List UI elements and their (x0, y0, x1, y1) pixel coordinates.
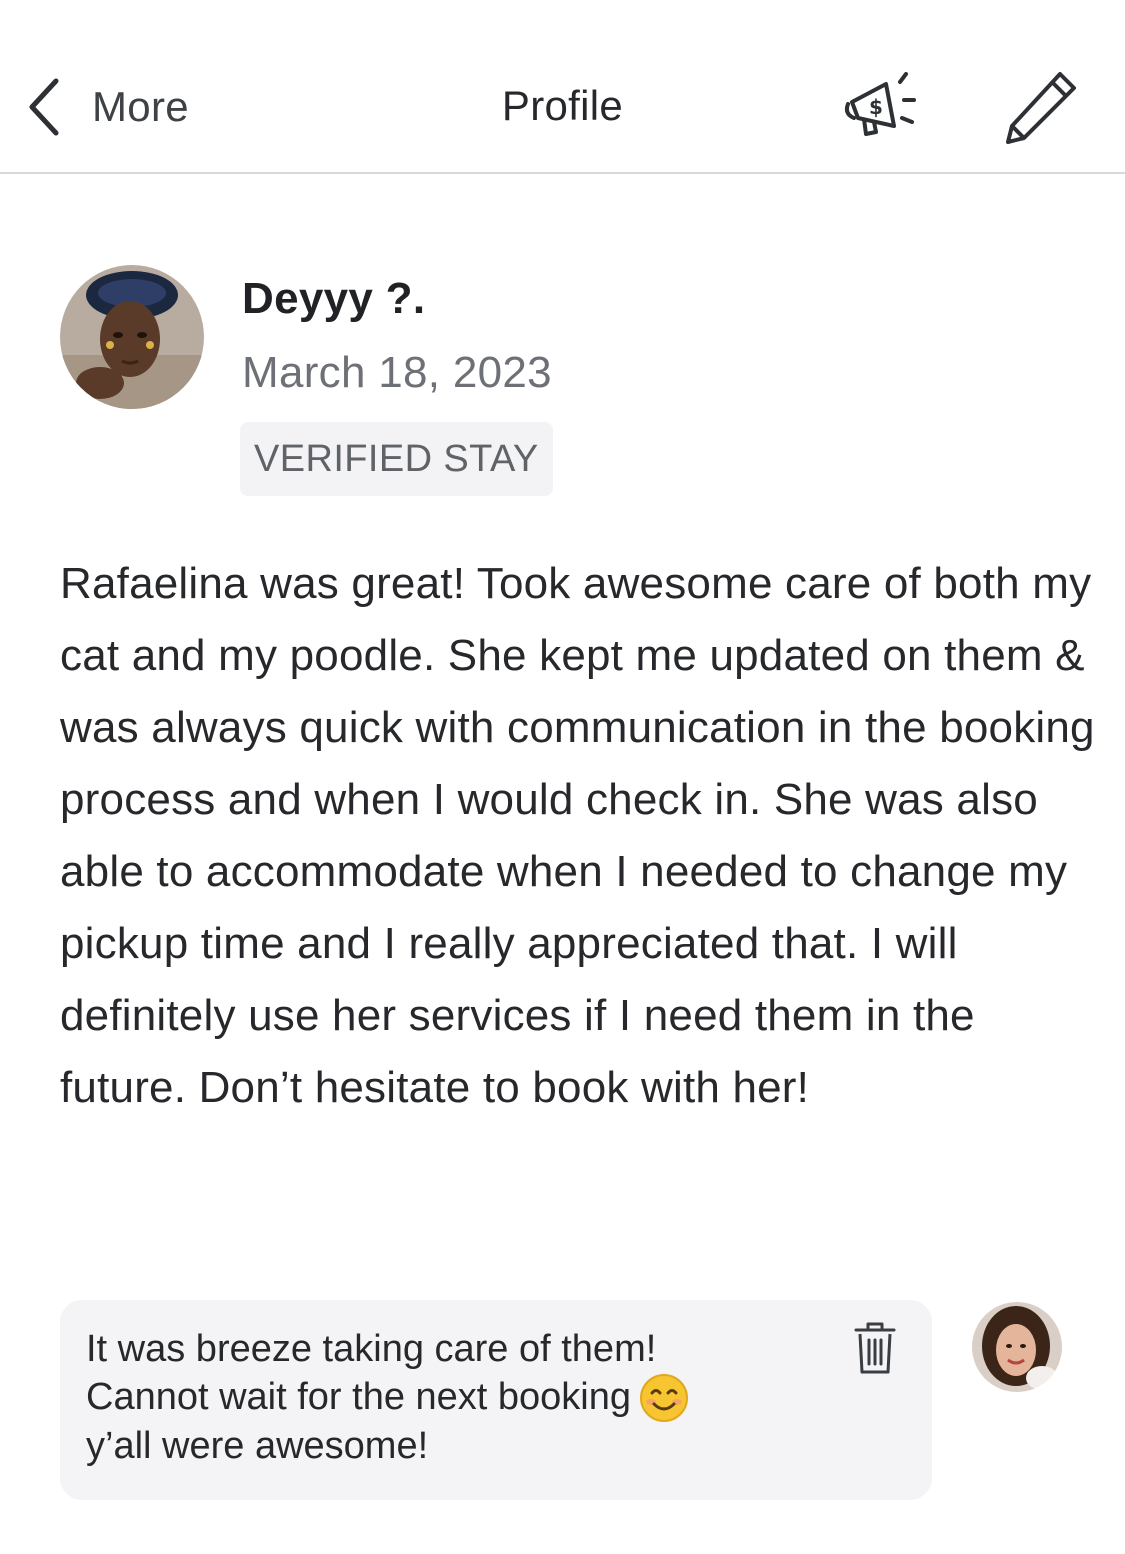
pencil-icon (1006, 72, 1076, 144)
owner-photo (972, 1302, 1062, 1392)
edit-button[interactable] (1000, 66, 1082, 148)
review-date: March 18, 2023 (242, 348, 552, 397)
back-label: More (92, 83, 189, 130)
reply-text-main: It was breeze taking care of them! Canno… (86, 1328, 657, 1418)
megaphone-dollar-icon: $ (844, 72, 916, 136)
review-text: Rafaelina was great! Took awesome care o… (60, 559, 1095, 1112)
reviewer-avatar[interactable] (60, 265, 204, 409)
chevron-left-icon (29, 78, 59, 136)
trash-icon (854, 1322, 896, 1374)
reply-text: It was breeze taking care of them! Canno… (86, 1326, 806, 1470)
reviewer-name[interactable]: Deyyy ?. (242, 274, 425, 324)
svg-text:$: $ (869, 95, 883, 119)
promote-button[interactable]: $ (842, 68, 924, 146)
reviewer-photo (60, 265, 204, 409)
reply-text-end: y’all were awesome! (86, 1425, 429, 1467)
verified-stay-badge: VERIFIED STAY (240, 422, 553, 496)
owner-reply-bubble: It was breeze taking care of them! Canno… (60, 1300, 932, 1500)
review-detail-screen: More Profile $ Deyyy ?. March 18, 2023 V… (0, 0, 1125, 1554)
nav-header: More Profile $ (0, 0, 1125, 174)
back-button[interactable]: More (22, 72, 189, 142)
smiling-face-emoji (640, 1374, 689, 1422)
delete-reply-button[interactable] (850, 1320, 900, 1376)
owner-avatar[interactable] (972, 1302, 1062, 1392)
